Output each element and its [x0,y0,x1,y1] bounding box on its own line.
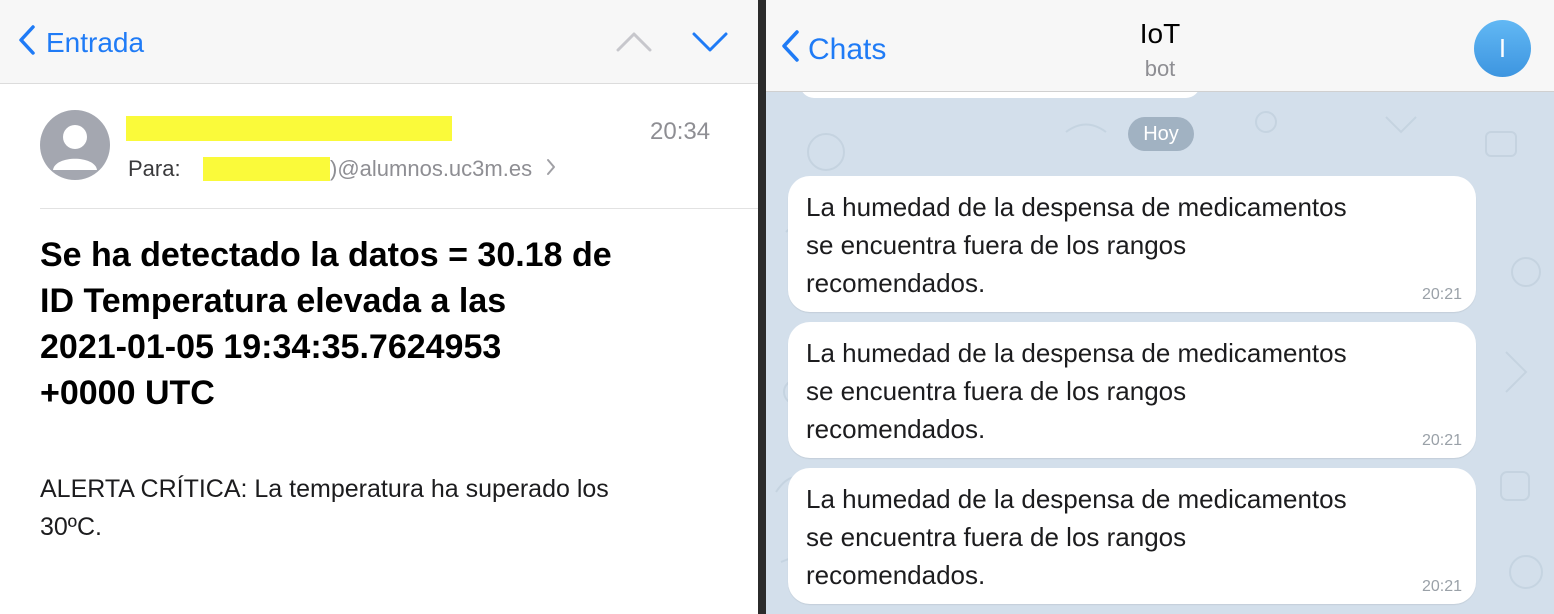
message-text: La humedad de la despensa de medicamento… [806,338,1347,444]
message-bubble[interactable]: La humedad de la despensa de medicamento… [788,468,1476,604]
message-text: La humedad de la despensa de medicamento… [806,192,1347,298]
message-time: 20:21 [1421,578,1462,595]
chevron-right-icon [546,156,556,182]
recipient-redacted [203,157,330,181]
telegram-panel: Chats IoT bot I Hoy La humedad de la des… [766,0,1554,614]
recipient-row[interactable]: Para: )@alumnos.uc3m.es [128,154,556,184]
chats-back-button[interactable]: Chats [780,30,886,70]
inbox-back-button[interactable]: Entrada [18,24,144,62]
chevron-left-icon [18,24,46,63]
chat-title[interactable]: IoT [1060,18,1260,50]
bot-avatar[interactable]: I [1474,20,1531,77]
recipient-domain: )@alumnos.uc3m.es [330,156,533,181]
date-separator: Hoy [1128,117,1194,151]
sender-avatar-icon[interactable] [40,110,110,180]
mail-time: 20:34 [650,118,711,145]
sender-name-redacted[interactable] [126,116,452,141]
chevron-down-icon[interactable] [690,28,730,61]
message-time: 20:21 [1421,432,1462,449]
to-label: Para: [128,156,181,181]
chevron-up-icon[interactable] [614,28,654,61]
mail-body: ALERTA CRÍTICA: La temperatura ha supera… [40,475,609,541]
panel-divider [758,0,766,614]
message-bubble[interactable]: La humedad de la despensa de medicamento… [788,176,1476,312]
message-bubble[interactable]: La humedad de la despensa de medicamento… [788,322,1476,458]
header-divider [40,208,758,209]
chats-back-label: Chats [808,33,887,66]
message-time: 20:21 [1421,286,1462,303]
mail-subject: Se ha detectado la datos = 30.18 de ID T… [40,236,612,412]
inbox-back-label: Entrada [46,27,145,58]
mail-panel: Entrada 20:34 Para: )@alumnos.uc3m.es Se… [0,0,758,614]
chevron-left-icon [780,29,808,71]
chat-subtitle: bot [1144,56,1176,81]
chat-header: Chats IoT bot I [766,0,1554,92]
message-text: La humedad de la despensa de medicamento… [806,484,1347,590]
mail-nav-bar: Entrada [0,0,758,84]
